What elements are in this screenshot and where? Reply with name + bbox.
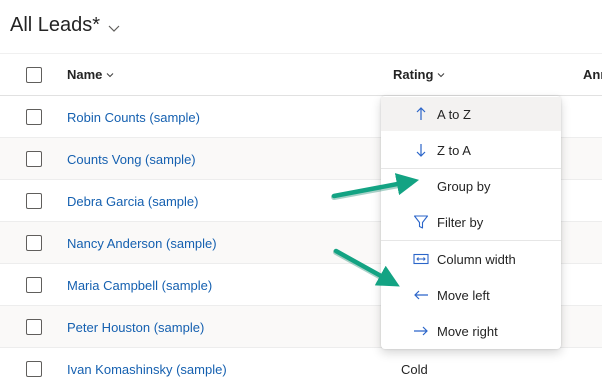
menu-item-label: Column width xyxy=(437,251,516,267)
row-checkbox[interactable] xyxy=(26,235,42,251)
arrow-up-icon xyxy=(413,106,429,122)
menu-item-filter-by[interactable]: Filter by xyxy=(381,205,561,239)
filter-icon xyxy=(413,214,429,230)
menu-item-label: Move left xyxy=(437,287,490,303)
menu-item-move-left[interactable]: Move left xyxy=(381,278,561,312)
row-checkbox[interactable] xyxy=(26,277,42,293)
rating-cell: Cold xyxy=(401,362,428,377)
row-checkbox[interactable] xyxy=(26,151,42,167)
menu-item-column-width[interactable]: Column width xyxy=(381,242,561,276)
lead-name-link[interactable]: Maria Campbell (sample) xyxy=(67,278,212,293)
lead-name-link[interactable]: Robin Counts (sample) xyxy=(67,110,200,125)
menu-divider xyxy=(381,240,561,241)
table-row[interactable]: Ivan Komashinsky (sample) Cold xyxy=(0,348,602,390)
arrow-right-icon xyxy=(413,323,429,339)
lead-name-link[interactable]: Debra Garcia (sample) xyxy=(67,194,199,209)
chevron-down-icon xyxy=(438,72,445,77)
chevron-down-icon xyxy=(107,72,114,77)
column-header-menu: A to Z Z to A Group by Filter by Column … xyxy=(381,96,561,349)
column-header-annual[interactable]: Ann xyxy=(583,67,602,82)
view-title: All Leads* xyxy=(10,14,101,36)
lead-name-link[interactable]: Ivan Komashinsky (sample) xyxy=(67,362,227,377)
menu-item-group-by[interactable]: Group by xyxy=(381,169,561,203)
view-selector[interactable]: All Leads* xyxy=(10,14,122,37)
menu-item-label: Filter by xyxy=(437,214,484,230)
chevron-down-icon[interactable] xyxy=(106,20,122,36)
arrow-down-icon xyxy=(413,142,429,158)
column-header-name[interactable]: Name xyxy=(67,67,115,82)
row-checkbox[interactable] xyxy=(26,319,42,335)
select-all-checkbox[interactable] xyxy=(26,67,42,83)
menu-item-label: Move right xyxy=(437,323,498,339)
column-header-name-label: Name xyxy=(67,67,103,82)
lead-name-link[interactable]: Nancy Anderson (sample) xyxy=(67,236,217,251)
row-checkbox[interactable] xyxy=(26,109,42,125)
arrow-left-icon xyxy=(413,287,429,303)
column-header-rating[interactable]: Rating xyxy=(393,67,446,82)
lead-name-link[interactable]: Peter Houston (sample) xyxy=(67,320,204,335)
menu-item-label: Group by xyxy=(437,178,491,194)
row-checkbox[interactable] xyxy=(26,193,42,209)
lead-name-link[interactable]: Counts Vong (sample) xyxy=(67,152,196,167)
row-checkbox[interactable] xyxy=(26,361,42,377)
column-width-icon xyxy=(413,251,429,267)
column-header-rating-label: Rating xyxy=(393,67,434,82)
menu-item-move-right[interactable]: Move right xyxy=(381,314,561,348)
menu-item-sort-z-to-a[interactable]: Z to A xyxy=(381,133,561,167)
menu-item-label: Z to A xyxy=(437,142,471,158)
menu-item-label: A to Z xyxy=(437,106,471,122)
menu-item-sort-a-to-z[interactable]: A to Z xyxy=(381,97,561,131)
grid-header: Name Rating Ann xyxy=(0,53,602,96)
